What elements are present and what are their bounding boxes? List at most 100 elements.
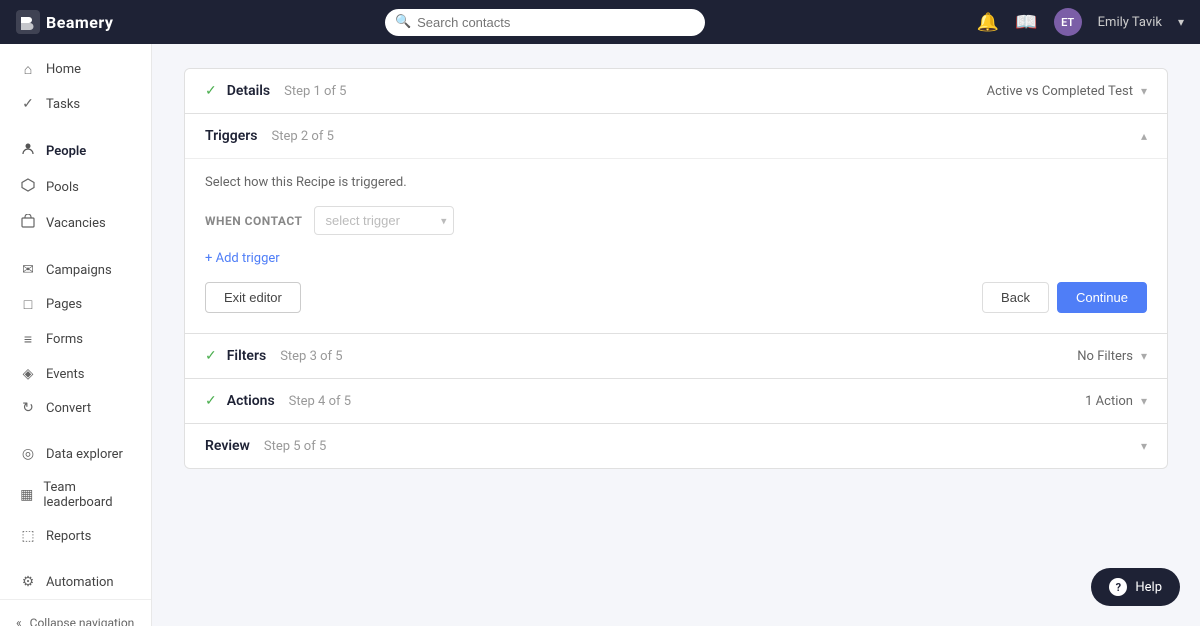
accordion-actions-right: 1 Action ▾: [1085, 394, 1147, 409]
sidebar-item-label: Forms: [46, 332, 83, 347]
accordion-triggers-left: Triggers Step 2 of 5: [205, 128, 334, 144]
trigger-row: WHEN CONTACT select trigger ▾: [205, 206, 1147, 235]
accordion-details: ✓ Details Step 1 of 5 Active vs Complete…: [184, 68, 1168, 114]
continue-button[interactable]: Continue: [1057, 282, 1147, 313]
sidebar-item-pages[interactable]: □ Pages: [4, 288, 147, 321]
home-icon: ⌂: [20, 61, 36, 78]
layout: ⌂ Home ✓ Tasks People Pools Vacancies: [0, 44, 1200, 626]
logo[interactable]: Beamery: [16, 10, 113, 34]
filters-chevron-icon: ▾: [1141, 349, 1147, 363]
notifications-icon[interactable]: 🔔: [977, 12, 999, 33]
accordion-details-left: ✓ Details Step 1 of 5: [205, 83, 346, 99]
search-input[interactable]: [385, 9, 705, 36]
sidebar-item-label: Automation: [46, 575, 114, 590]
trigger-buttons: Exit editor Back Continue: [205, 282, 1147, 313]
tasks-icon: ✓: [20, 96, 36, 112]
convert-icon: ↻: [20, 400, 36, 416]
help-button[interactable]: ? Help: [1091, 568, 1180, 606]
help-icon: ?: [1109, 578, 1127, 596]
details-title: Details: [227, 83, 270, 99]
accordion-triggers-body: Select how this Recipe is triggered. WHE…: [185, 158, 1167, 333]
sidebar-item-label: People: [46, 144, 86, 159]
accordion-filters-header[interactable]: ✓ Filters Step 3 of 5 No Filters ▾: [185, 334, 1167, 378]
sidebar-item-label: Convert: [46, 401, 91, 416]
events-icon: ◈: [20, 366, 36, 382]
sidebar-item-team-leaderboard[interactable]: ▦ Team leaderboard: [4, 472, 147, 518]
accordion-review-right: ▾: [1141, 439, 1147, 453]
forms-icon: ≡: [20, 331, 36, 348]
team-leaderboard-icon: ▦: [20, 487, 33, 503]
details-check-icon: ✓: [205, 83, 217, 99]
sidebar-item-label: Home: [46, 62, 81, 77]
reports-icon: ⬚: [20, 528, 36, 544]
accordion-details-right: Active vs Completed Test ▾: [987, 84, 1147, 99]
accordion-details-header[interactable]: ✓ Details Step 1 of 5 Active vs Complete…: [185, 69, 1167, 113]
sidebar-item-forms[interactable]: ≡ Forms: [4, 323, 147, 356]
search-container: 🔍: [385, 9, 705, 36]
sidebar-item-tasks[interactable]: ✓ Tasks: [4, 88, 147, 120]
sidebar-item-label: Pools: [46, 180, 79, 195]
books-icon[interactable]: 📖: [1015, 12, 1037, 33]
campaigns-icon: ✉: [20, 262, 36, 278]
sidebar-item-campaigns[interactable]: ✉ Campaigns: [4, 254, 147, 286]
user-menu-chevron[interactable]: ▾: [1178, 15, 1184, 29]
add-trigger-link[interactable]: + Add trigger: [205, 251, 280, 266]
accordion-triggers-header[interactable]: Triggers Step 2 of 5 ▴: [185, 114, 1167, 158]
details-step: Step 1 of 5: [284, 84, 346, 99]
pools-icon: [20, 178, 36, 196]
filters-check-icon: ✓: [205, 348, 217, 364]
people-icon: [20, 142, 36, 160]
sidebar-bottom: « Collapse navigation: [0, 599, 151, 626]
avatar[interactable]: ET: [1054, 8, 1082, 36]
sidebar-item-label: Tasks: [46, 97, 80, 112]
review-step: Step 5 of 5: [264, 439, 326, 454]
actions-chevron-icon: ▾: [1141, 394, 1147, 408]
sidebar-item-events[interactable]: ◈ Events: [4, 358, 147, 390]
actions-title: Actions: [227, 393, 275, 409]
accordion-filters-right: No Filters ▾: [1077, 349, 1147, 364]
help-label: Help: [1135, 580, 1162, 595]
exit-editor-button[interactable]: Exit editor: [205, 282, 301, 313]
accordion-filters-left: ✓ Filters Step 3 of 5: [205, 348, 343, 364]
vacancies-icon: [20, 214, 36, 232]
accordion-filters: ✓ Filters Step 3 of 5 No Filters ▾: [184, 334, 1168, 379]
data-explorer-icon: ◎: [20, 446, 36, 462]
review-title: Review: [205, 438, 250, 454]
sidebar-item-automation[interactable]: ⚙ Automation: [4, 566, 147, 598]
sidebar-item-reports[interactable]: ⬚ Reports: [4, 520, 147, 552]
accordion-review-header[interactable]: Review Step 5 of 5 ▾: [185, 424, 1167, 468]
beamery-logo-icon: [16, 10, 40, 34]
triggers-description: Select how this Recipe is triggered.: [205, 175, 1147, 190]
user-name: Emily Tavik: [1098, 15, 1162, 30]
top-navigation: Beamery 🔍 🔔 📖 ET Emily Tavik ▾: [0, 0, 1200, 44]
actions-check-icon: ✓: [205, 393, 217, 409]
accordion-review-left: Review Step 5 of 5: [205, 438, 326, 454]
triggers-title: Triggers: [205, 128, 258, 144]
actions-step: Step 4 of 5: [289, 394, 351, 409]
review-chevron-icon: ▾: [1141, 439, 1147, 453]
automation-icon: ⚙: [20, 574, 36, 590]
sidebar-item-people[interactable]: People: [4, 134, 147, 168]
sidebar-item-label: Pages: [46, 297, 82, 312]
accordion-triggers: Triggers Step 2 of 5 ▴ Select how this R…: [184, 114, 1168, 334]
sidebar-item-label: Vacancies: [46, 216, 106, 231]
sidebar: ⌂ Home ✓ Tasks People Pools Vacancies: [0, 44, 152, 626]
trigger-select[interactable]: select trigger: [314, 206, 454, 235]
sidebar-item-vacancies[interactable]: Vacancies: [4, 206, 147, 240]
accordion-actions: ✓ Actions Step 4 of 5 1 Action ▾: [184, 379, 1168, 424]
details-chevron-icon: ▾: [1141, 84, 1147, 98]
pages-icon: □: [20, 296, 36, 313]
sidebar-item-pools[interactable]: Pools: [4, 170, 147, 204]
sidebar-item-convert[interactable]: ↻ Convert: [4, 392, 147, 424]
when-contact-label: WHEN CONTACT: [205, 214, 302, 228]
sidebar-item-label: Reports: [46, 529, 91, 544]
sidebar-item-home[interactable]: ⌂ Home: [4, 53, 147, 86]
sidebar-item-data-explorer[interactable]: ◎ Data explorer: [4, 438, 147, 470]
accordion-actions-header[interactable]: ✓ Actions Step 4 of 5 1 Action ▾: [185, 379, 1167, 423]
accordion-triggers-right: ▴: [1141, 129, 1147, 143]
search-icon: 🔍: [395, 15, 411, 30]
back-button[interactable]: Back: [982, 282, 1049, 313]
filters-title: Filters: [227, 348, 266, 364]
collapse-navigation-button[interactable]: « Collapse navigation: [0, 608, 151, 626]
sidebar-item-label: Campaigns: [46, 263, 112, 278]
